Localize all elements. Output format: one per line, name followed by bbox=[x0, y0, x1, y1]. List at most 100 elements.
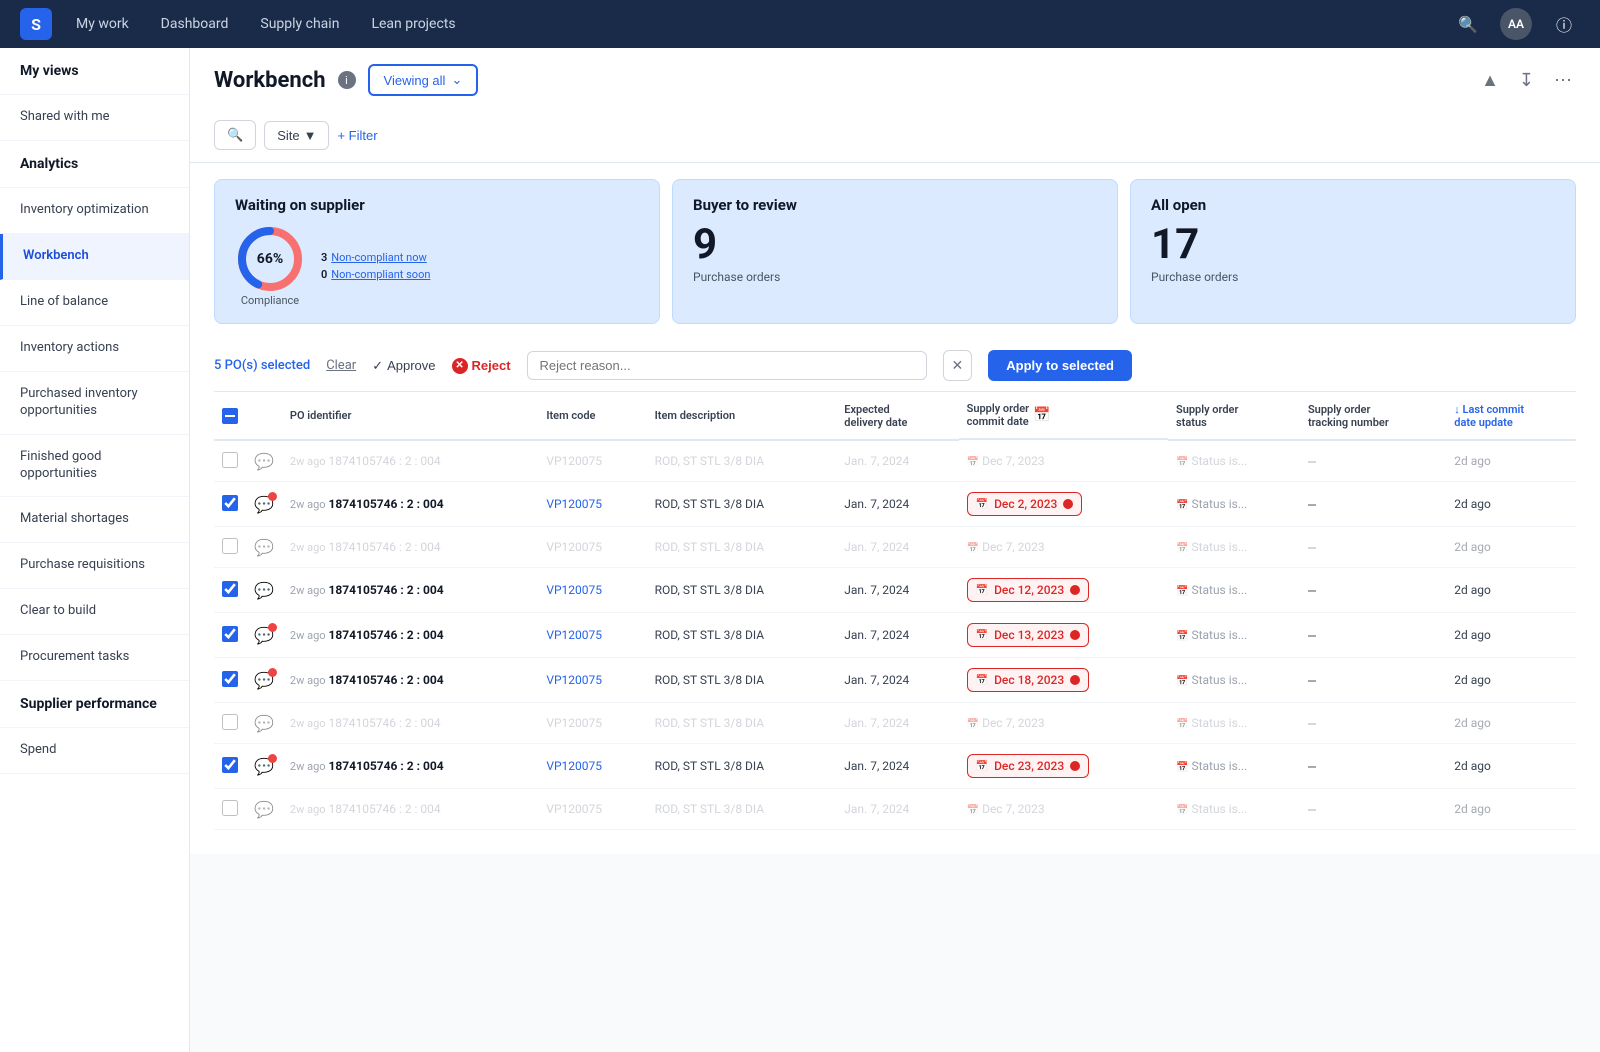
message-icon[interactable]: 💬 bbox=[254, 800, 274, 819]
row-checkbox[interactable] bbox=[222, 581, 238, 597]
last-commit-date-header[interactable]: ↓ Last commitdate update bbox=[1446, 392, 1576, 440]
tracking-icon[interactable]: ⎯ bbox=[1308, 713, 1316, 732]
tracking-icon[interactable]: ⎯ bbox=[1308, 494, 1316, 513]
checkbox-cell[interactable] bbox=[214, 613, 246, 658]
row-checkbox[interactable] bbox=[222, 671, 238, 687]
message-icon[interactable]: 💬 bbox=[254, 538, 274, 557]
item-code-link[interactable]: VP120075 bbox=[546, 628, 602, 642]
sidebar-item-analytics[interactable]: Analytics bbox=[0, 141, 189, 188]
po-id[interactable]: 1874105746 : 2 : 004 bbox=[329, 454, 441, 468]
download-icon[interactable]: ↧ bbox=[1515, 66, 1538, 95]
item-code-cell[interactable]: VP120075 bbox=[538, 658, 646, 703]
po-id[interactable]: 1874105746 : 2 : 004 bbox=[329, 759, 444, 773]
item-code-cell[interactable]: VP120075 bbox=[538, 789, 646, 830]
sidebar-item-inventory-optimization[interactable]: Inventory optimization bbox=[0, 188, 189, 234]
item-code-link[interactable]: VP120075 bbox=[546, 497, 602, 511]
sidebar-item-purchased-inventory[interactable]: Purchased inventory opportunities bbox=[0, 372, 189, 435]
indeterminate-checkbox[interactable] bbox=[222, 408, 238, 424]
app-logo[interactable]: S bbox=[20, 8, 52, 40]
item-code-link[interactable]: VP120075 bbox=[546, 583, 602, 597]
message-cell[interactable]: 💬 bbox=[246, 744, 282, 789]
row-checkbox[interactable] bbox=[222, 495, 238, 511]
checkbox-cell[interactable] bbox=[214, 527, 246, 568]
message-icon[interactable]: 💬 bbox=[254, 452, 274, 471]
po-id[interactable]: 1874105746 : 2 : 004 bbox=[329, 673, 444, 687]
info-icon[interactable]: i bbox=[338, 71, 356, 89]
item-code-cell[interactable]: VP120075 bbox=[538, 613, 646, 658]
sidebar-item-inventory-actions[interactable]: Inventory actions bbox=[0, 326, 189, 372]
item-code-cell[interactable]: VP120075 bbox=[538, 440, 646, 482]
message-badge-icon[interactable]: 💬 bbox=[254, 757, 274, 776]
message-badge-icon[interactable]: 💬 bbox=[254, 495, 274, 514]
sidebar-item-clear-to-build[interactable]: Clear to build bbox=[0, 589, 189, 635]
item-code-cell[interactable]: VP120075 bbox=[538, 744, 646, 789]
sidebar-item-material-shortages[interactable]: Material shortages bbox=[0, 497, 189, 543]
search-button[interactable]: 🔍 bbox=[214, 120, 256, 150]
item-code-link[interactable]: VP120075 bbox=[546, 716, 602, 730]
apply-to-selected-button[interactable]: Apply to selected bbox=[988, 350, 1132, 381]
reject-reason-input[interactable] bbox=[527, 351, 927, 380]
tracking-icon[interactable]: ⎯ bbox=[1308, 756, 1316, 775]
message-cell[interactable]: 💬 bbox=[246, 482, 282, 527]
message-badge-icon[interactable]: 💬 bbox=[254, 671, 274, 690]
calendar-icon[interactable]: 📅 bbox=[1033, 407, 1050, 423]
sidebar-item-supplier-performance[interactable]: Supplier performance bbox=[0, 681, 189, 728]
site-filter-button[interactable]: Site ▼ bbox=[264, 121, 329, 150]
avatar[interactable]: AA bbox=[1500, 8, 1532, 40]
po-id[interactable]: 1874105746 : 2 : 004 bbox=[329, 802, 441, 816]
checkbox-cell[interactable] bbox=[214, 440, 246, 482]
message-cell[interactable]: 💬 bbox=[246, 789, 282, 830]
item-code-header[interactable]: Item code bbox=[538, 392, 646, 440]
row-checkbox[interactable] bbox=[222, 452, 238, 468]
message-cell[interactable]: 💬 bbox=[246, 527, 282, 568]
clear-selection-button[interactable]: Clear bbox=[326, 358, 356, 373]
nav-lean-projects[interactable]: Lean projects bbox=[371, 16, 455, 32]
message-cell[interactable]: 💬 bbox=[246, 613, 282, 658]
message-cell[interactable]: 💬 bbox=[246, 440, 282, 482]
item-code-link[interactable]: VP120075 bbox=[546, 759, 602, 773]
checkbox-cell[interactable] bbox=[214, 744, 246, 789]
item-code-link[interactable]: VP120075 bbox=[546, 540, 602, 554]
expected-delivery-header[interactable]: Expecteddelivery date bbox=[836, 392, 958, 440]
row-checkbox[interactable] bbox=[222, 714, 238, 730]
message-cell[interactable]: 💬 bbox=[246, 568, 282, 613]
select-all-header[interactable] bbox=[214, 392, 246, 440]
nav-supply-chain[interactable]: Supply chain bbox=[260, 16, 339, 32]
tracking-icon[interactable]: ⎯ bbox=[1308, 537, 1316, 556]
row-checkbox[interactable] bbox=[222, 757, 238, 773]
tracking-icon[interactable]: ⎯ bbox=[1308, 625, 1316, 644]
tracking-icon[interactable]: ⎯ bbox=[1308, 451, 1316, 470]
po-id[interactable]: 1874105746 : 2 : 004 bbox=[329, 497, 444, 511]
search-icon[interactable]: 🔍 bbox=[1452, 8, 1484, 40]
checkbox-cell[interactable] bbox=[214, 703, 246, 744]
sidebar-item-line-of-balance[interactable]: Line of balance bbox=[0, 280, 189, 326]
more-options-icon[interactable]: ⋯ bbox=[1550, 66, 1576, 95]
clear-input-button[interactable]: ✕ bbox=[943, 350, 973, 381]
message-icon[interactable]: 💬 bbox=[254, 714, 274, 733]
tracking-icon[interactable]: ⎯ bbox=[1308, 670, 1316, 689]
message-cell[interactable]: 💬 bbox=[246, 703, 282, 744]
sidebar-item-spend[interactable]: Spend bbox=[0, 728, 189, 774]
row-checkbox[interactable] bbox=[222, 626, 238, 642]
message-icon[interactable]: 💬 bbox=[254, 581, 274, 600]
tracking-icon[interactable]: ⎯ bbox=[1308, 580, 1316, 599]
po-id[interactable]: 1874105746 : 2 : 004 bbox=[329, 628, 444, 642]
tracking-icon[interactable]: ⎯ bbox=[1308, 799, 1316, 818]
po-id[interactable]: 1874105746 : 2 : 004 bbox=[329, 583, 444, 597]
checkbox-cell[interactable] bbox=[214, 789, 246, 830]
checkbox-cell[interactable] bbox=[214, 658, 246, 703]
item-code-link[interactable]: VP120075 bbox=[546, 454, 602, 468]
viewing-all-button[interactable]: Viewing all ⌄ bbox=[368, 64, 479, 96]
item-description-header[interactable]: Item description bbox=[647, 392, 837, 440]
add-filter-button[interactable]: + Filter bbox=[337, 128, 377, 143]
checkbox-cell[interactable] bbox=[214, 482, 246, 527]
sidebar-item-procurement-tasks[interactable]: Procurement tasks bbox=[0, 635, 189, 681]
po-identifier-header[interactable]: PO identifier bbox=[282, 392, 538, 440]
nav-dashboard[interactable]: Dashboard bbox=[161, 16, 229, 32]
item-code-cell[interactable]: VP120075 bbox=[538, 482, 646, 527]
sidebar-item-my-views[interactable]: My views bbox=[0, 48, 189, 95]
commit-date-header[interactable]: Supply ordercommit date 📅 bbox=[959, 392, 1168, 440]
item-code-cell[interactable]: VP120075 bbox=[538, 703, 646, 744]
reject-button[interactable]: ✕ Reject bbox=[452, 358, 511, 374]
sidebar-item-workbench[interactable]: Workbench bbox=[0, 234, 189, 280]
